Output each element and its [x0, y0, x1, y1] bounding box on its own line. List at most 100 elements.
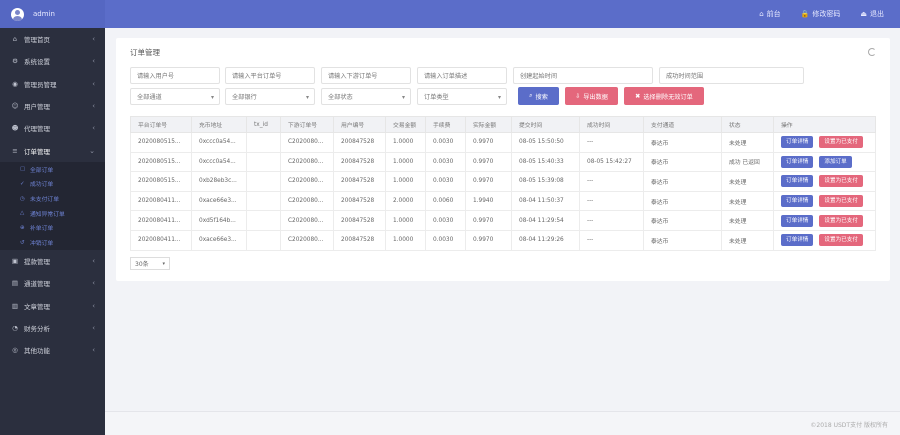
sidebar-item-withdraw-manage[interactable]: ▣ 提款管理 ‹	[0, 250, 105, 272]
submenu-label: 冲销订单	[30, 241, 54, 248]
sidebar-item-label: 系统设置	[24, 58, 50, 67]
cell-platform-order[interactable]: 2020080515...	[130, 132, 192, 153]
cell-platform-order[interactable]: 2020080515...	[130, 151, 192, 173]
cell-actual-amount: 1.9940	[465, 190, 512, 212]
col-user-no[interactable]: 用户编号	[333, 116, 386, 133]
col-success-time[interactable]: 成功时间	[579, 116, 644, 133]
set-paid-button[interactable]: 设置为已支付	[819, 136, 863, 149]
sidebar-item-other-functions[interactable]: ◎ 其他功能 ‹	[0, 339, 105, 361]
export-icon: ⇩	[575, 92, 581, 100]
sidebar-item-label: 代理管理	[24, 125, 50, 134]
status-select[interactable]: 全部状态 ▾	[321, 88, 411, 105]
order-desc-input[interactable]: 请输入订单描述	[417, 67, 507, 84]
sidebar-item-channel-manage[interactable]: ▤ 通道管理 ‹	[0, 272, 105, 294]
order-detail-button[interactable]: 订单详情	[781, 234, 814, 247]
page-size-select[interactable]: 30条 ▾	[130, 257, 170, 270]
set-paid-button[interactable]: 设置为已支付	[819, 234, 863, 247]
sidebar-item-admin-manage[interactable]: ◉ 管理员管理 ‹	[0, 73, 105, 95]
set-paid-button[interactable]: 设置为已支付	[819, 175, 863, 188]
search-button[interactable]: ⌕ 搜索	[518, 87, 559, 105]
chevron-left-icon: ‹	[92, 102, 95, 111]
cell-actions: 订单详情 设置为已支付	[773, 171, 876, 192]
downstream-order-input[interactable]: 请输入下游订单号	[321, 67, 411, 84]
set-paid-button[interactable]: 设置为已支付	[819, 214, 863, 227]
created-start-time-input[interactable]: 创建起始时间	[513, 67, 653, 84]
col-address[interactable]: 充币地址	[191, 116, 247, 133]
logout-link[interactable]: ⏏ 退出	[860, 9, 884, 19]
success-time-range-input[interactable]: 成功时间范围	[659, 67, 804, 84]
cell-fee: 0.0030	[425, 132, 466, 153]
order-detail-button[interactable]: 订单详情	[781, 136, 814, 149]
cell-submit-time: 08-04 11:29:26	[511, 229, 580, 251]
cell-actual-amount: 0.9970	[465, 210, 512, 231]
cell-platform-order[interactable]: 2020080411...	[130, 229, 192, 251]
order-management-panel: 订单管理 请输入用户号 请输入平台订单号 请输入下游订单号 请输入订单描述 创建…	[116, 38, 890, 281]
submenu-all-orders[interactable]: ▢ 全部订单	[0, 162, 105, 177]
cell-status: 未处理	[721, 210, 774, 231]
cell-channel: 泰达币	[643, 190, 722, 212]
sidebar-item-home[interactable]: ⌂ 管理首页 ‹	[0, 28, 105, 50]
order-detail-button[interactable]: 订单详情	[781, 195, 814, 208]
submenu-supplement-orders[interactable]: ⊕ 补单订单	[0, 221, 105, 236]
col-status[interactable]: 状态	[721, 116, 774, 133]
cell-submit-time: 08-05 15:39:08	[511, 171, 580, 192]
submenu-label: 成功订单	[30, 182, 54, 189]
order-detail-button[interactable]: 订单详情	[781, 175, 814, 188]
col-amount[interactable]: 交易金额	[385, 116, 426, 133]
col-actual-amount[interactable]: 实际金额	[465, 116, 512, 133]
sidebar: ⌂ 管理首页 ‹ ⚙ 系统设置 ‹ ◉ 管理员管理 ‹ ☺ 用户管理 ‹ ☻ 代理管理 ‹ ≡ 订单管…	[0, 28, 105, 435]
sidebar-item-article-manage[interactable]: ▥ 文章管理 ‹	[0, 295, 105, 317]
cell-platform-order[interactable]: 2020080515...	[130, 171, 192, 192]
submenu-success-orders[interactable]: ✓ 成功订单	[0, 176, 105, 191]
change-password-link[interactable]: 🔒 修改密码	[801, 9, 841, 19]
home-icon: ⌂	[759, 10, 764, 18]
list-icon: ≡	[12, 146, 18, 155]
col-fee[interactable]: 手续费	[425, 116, 466, 133]
cell-user-no: 200847528	[333, 210, 386, 231]
sidebar-item-finance-analysis[interactable]: ◔ 财务分析 ‹	[0, 317, 105, 339]
channel-select[interactable]: 全部通道 ▾	[130, 88, 220, 105]
sidebar-item-agent-manage[interactable]: ☻ 代理管理 ‹	[0, 117, 105, 139]
col-platform-order[interactable]: 平台订单号	[130, 116, 192, 133]
submenu-label: 未支付订单	[30, 197, 59, 203]
user-id-input[interactable]: 请输入用户号	[130, 67, 220, 84]
export-button[interactable]: ⇩ 导出数据	[565, 87, 618, 105]
sidebar-item-user-manage[interactable]: ☺ 用户管理 ‹	[0, 95, 105, 117]
cell-submit-time: 08-04 11:29:54	[511, 210, 580, 231]
col-downstream-order[interactable]: 下游订单号	[280, 116, 334, 133]
order-type-select[interactable]: 订单类型 ▾	[417, 88, 507, 105]
pie-chart-icon: ◔	[12, 323, 18, 332]
add-order-button[interactable]: 添加订单	[819, 155, 852, 168]
submenu-notify-failed-orders[interactable]: △ 通知异常订单	[0, 206, 105, 221]
refresh-icon[interactable]	[868, 48, 876, 56]
cell-status: 未处理	[721, 171, 774, 192]
sidebar-item-order-manage[interactable]: ≡ 订单管理 ⌄	[0, 139, 105, 161]
order-detail-button[interactable]: 订单详情	[781, 155, 814, 168]
order-detail-button[interactable]: 订单详情	[781, 214, 814, 227]
col-txid[interactable]: tx_id	[246, 116, 281, 133]
sidebar-item-label: 管理员管理	[24, 80, 57, 89]
table-header-row: 平台订单号 充币地址 tx_id 下游订单号 用户编号 交易金额 手续费 实际金…	[130, 116, 876, 133]
cell-txid	[246, 210, 281, 231]
col-channel[interactable]: 支付通道	[643, 116, 722, 133]
sidebar-item-label: 提款管理	[24, 258, 50, 267]
set-paid-button[interactable]: 设置为已支付	[819, 195, 863, 208]
cell-user-no: 200847528	[333, 151, 386, 173]
submenu-unpaid-orders[interactable]: ◷ 未支付订单	[0, 191, 105, 206]
cell-actions: 订单详情 添加订单	[773, 151, 876, 173]
platform-order-input[interactable]: 请输入平台订单号	[225, 67, 315, 84]
cell-fee: 0.0060	[425, 190, 466, 212]
sidebar-item-label: 财务分析	[24, 324, 50, 333]
change-password-label: 修改密码	[812, 10, 841, 18]
front-link[interactable]: ⌂ 前台	[759, 9, 780, 19]
col-submit-time[interactable]: 提交时间	[511, 116, 580, 133]
channel-icon: ▤	[11, 279, 19, 288]
cell-platform-order[interactable]: 2020080411...	[130, 190, 192, 212]
cell-downstream-order: C2020080...	[280, 229, 334, 251]
avatar[interactable]	[11, 7, 24, 21]
delete-invalid-orders-button[interactable]: ✖ 选择删除无效订单	[624, 87, 704, 105]
cell-platform-order[interactable]: 2020080411...	[130, 210, 192, 231]
bank-select[interactable]: 全部银行 ▾	[225, 88, 315, 105]
sidebar-item-system-settings[interactable]: ⚙ 系统设置 ‹	[0, 50, 105, 72]
submenu-refund-orders[interactable]: ↺ 冲销订单	[0, 235, 105, 250]
